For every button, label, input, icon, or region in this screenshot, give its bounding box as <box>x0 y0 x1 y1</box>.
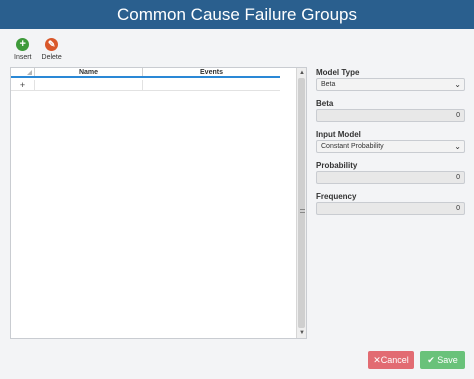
probability-label: Probability <box>316 161 358 170</box>
grip-icon <box>300 209 305 213</box>
probability-field[interactable]: 0 <box>316 171 465 184</box>
dialog-title: Common Cause Failure Groups <box>0 0 474 29</box>
cancel-button[interactable]: ✕Cancel <box>368 351 414 369</box>
insert-label: Insert <box>14 54 32 61</box>
new-row-name-cell[interactable] <box>35 80 143 90</box>
column-header-events[interactable]: Events <box>143 68 280 76</box>
save-label: Save <box>437 355 458 365</box>
select-all-corner[interactable] <box>11 68 35 76</box>
input-model-select[interactable]: Constant Probability ⌄ <box>316 140 465 153</box>
ccf-groups-table[interactable]: Name Events + ▲ ▼ <box>10 67 307 339</box>
close-icon: ✕ <box>373 355 381 365</box>
delete-button[interactable]: ✎ Delete <box>42 38 62 61</box>
model-type-value: Beta <box>321 81 336 88</box>
model-type-label: Model Type <box>316 68 360 77</box>
beta-field[interactable]: 0 <box>316 109 465 122</box>
properties-panel: Model Type Beta ⌄ Beta 0 Input Model Con… <box>316 67 465 222</box>
model-type-select[interactable]: Beta ⌄ <box>316 78 465 91</box>
vertical-scrollbar[interactable]: ▲ ▼ <box>296 68 306 338</box>
scroll-down-icon[interactable]: ▼ <box>297 329 307 337</box>
toolbar: + Insert ✎ Delete <box>14 38 62 61</box>
delete-label: Delete <box>41 54 62 61</box>
column-header-name[interactable]: Name <box>35 68 143 76</box>
cancel-label: Cancel <box>380 355 409 365</box>
new-row-events-cell[interactable] <box>143 80 280 90</box>
scroll-thumb[interactable] <box>298 78 305 328</box>
insert-button[interactable]: + Insert <box>14 38 32 61</box>
check-icon: ✔ <box>427 355 438 365</box>
chevron-down-icon: ⌄ <box>454 80 461 89</box>
beta-label: Beta <box>316 99 334 108</box>
save-button[interactable]: ✔ Save <box>420 351 465 369</box>
chevron-down-icon: ⌄ <box>454 142 461 151</box>
frequency-field[interactable]: 0 <box>316 202 465 215</box>
scroll-up-icon[interactable]: ▲ <box>297 69 307 77</box>
eraser-icon: ✎ <box>45 38 59 51</box>
plus-icon: + <box>16 38 30 51</box>
input-model-label: Input Model <box>316 130 361 139</box>
table-header: Name Events <box>11 68 280 78</box>
input-model-value: Constant Probability <box>321 143 384 150</box>
add-row-icon[interactable]: + <box>11 80 35 90</box>
frequency-label: Frequency <box>316 192 357 201</box>
new-row[interactable]: + <box>11 80 280 91</box>
